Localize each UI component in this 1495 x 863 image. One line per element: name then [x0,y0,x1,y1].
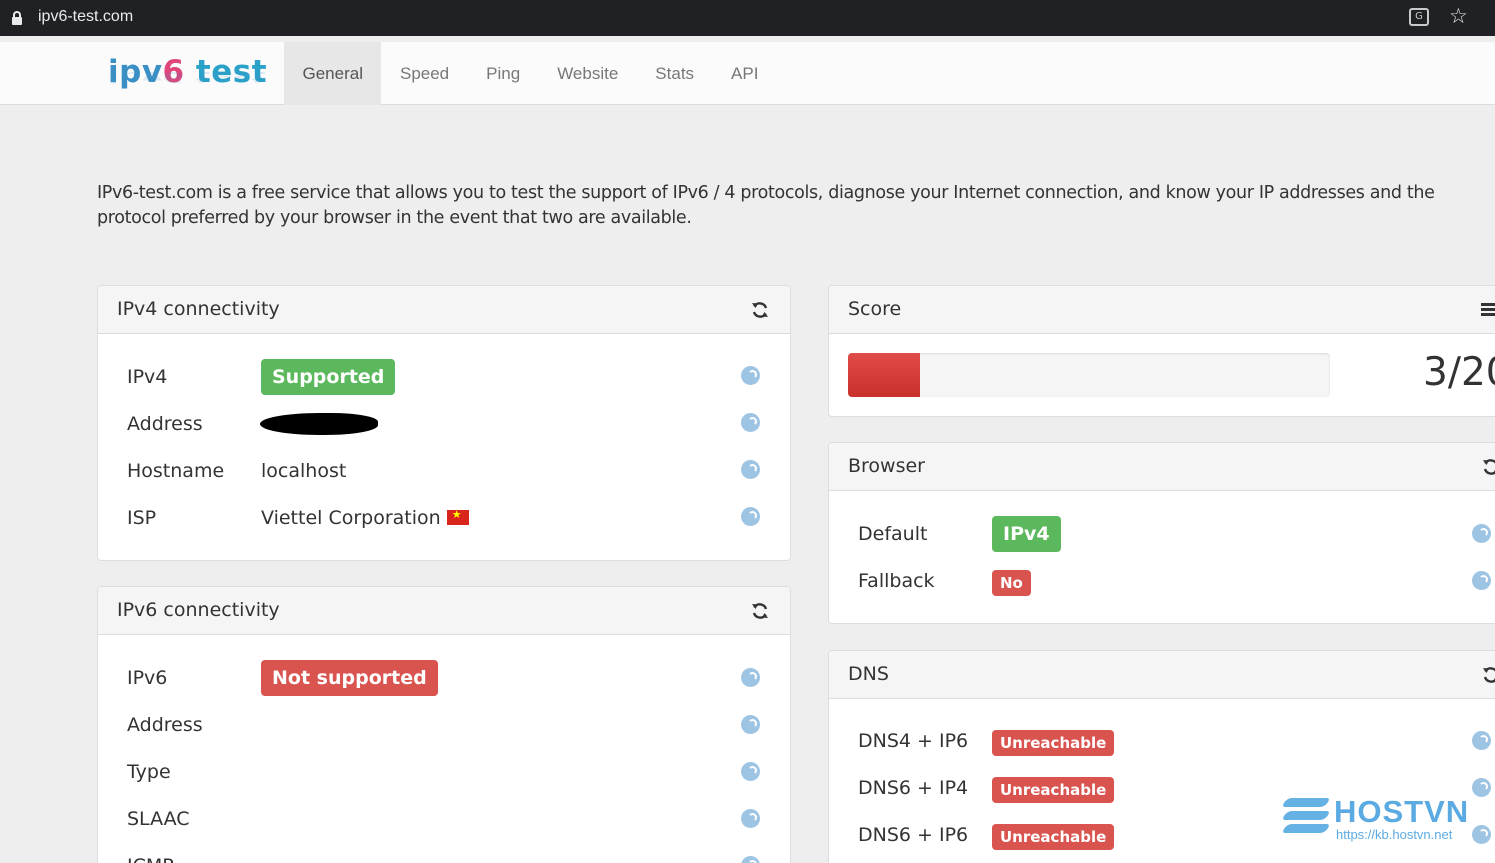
tab-ping[interactable]: Ping [468,42,539,105]
list-icon[interactable] [1481,303,1495,319]
default-row: Default IPv4 [858,516,1478,552]
icmp-label: ICMP [127,855,174,863]
type-label: Type [127,761,171,783]
address-label: Address [127,714,203,736]
address-label: Address [127,413,203,435]
help-icon[interactable] [741,762,760,781]
dns-row-label: DNS4 + IP6 [858,730,969,752]
dns4-ip6-row: DNS4 + IP6 Unreachable [858,726,1478,756]
browser-panel-title: Browser [848,455,925,477]
icmp-row: ICMP [127,851,767,863]
ipv6-panel-header: IPv6 connectivity [98,587,790,635]
ipv6-address-row: Address [127,710,767,740]
tab-website[interactable]: Website [539,42,637,105]
dns-panel-title: DNS [848,663,889,685]
help-icon[interactable] [741,366,760,385]
help-icon[interactable] [1472,825,1491,844]
hostname-value: localhost [261,460,347,482]
isp-value: Viettel Corporation [261,507,441,529]
vietnam-flag-icon [446,508,469,525]
dns-row-label: DNS6 + IP6 [858,824,969,846]
hostvn-logo-icon [1282,798,1330,838]
slaac-row: SLAAC [127,804,767,834]
help-icon[interactable] [1472,571,1491,590]
status-badge: Unreachable [992,777,1115,803]
tab-api[interactable]: API [713,42,777,105]
fallback-label: Fallback [858,570,935,592]
fallback-row: Fallback No [858,566,1478,596]
score-value: 3/20 [1423,350,1495,395]
ipv4-address-row: Address [127,409,767,439]
refresh-icon[interactable] [1481,665,1495,685]
status-badge: Supported [261,359,396,395]
score-panel-header: Score [829,286,1495,334]
logo-reflection: ipv6 test [108,68,268,86]
help-icon[interactable] [741,413,760,432]
isp-row: ISP Viettel Corporation [127,503,767,533]
tab-general[interactable]: General [284,42,382,105]
watermark-brand: HOSTVN [1334,794,1470,829]
refresh-icon[interactable] [750,300,770,320]
browser-panel-header: Browser [829,443,1495,491]
help-icon[interactable] [741,809,760,828]
dns-panel-header: DNS [829,651,1495,699]
watermark-url: https://kb.hostvn.net [1336,827,1453,842]
redacted-address [260,413,378,435]
ipv6-panel-title: IPv6 connectivity [117,599,280,621]
ipv4-panel-header: IPv4 connectivity [98,286,790,334]
site-navbar: ipv6 test ipv6 test General Speed Ping W… [0,42,1495,105]
ipv6-panel: IPv6 connectivity IPv6 Not supported Add… [97,586,791,863]
hostname-row: Hostname localhost [127,456,767,486]
ipv4-label: IPv4 [127,366,168,388]
hostname-label: Hostname [127,460,225,482]
intro-text: IPv6-test.com is a free service that all… [97,183,1435,228]
ipv6-label: IPv6 [127,667,168,689]
ipv4-row: IPv4 Supported [127,359,767,395]
status-badge: IPv4 [992,516,1061,552]
hostvn-watermark: HOSTVN https://kb.hostvn.net [1282,794,1474,844]
translate-icon[interactable]: G [1409,8,1429,26]
score-progress-fill [848,353,921,397]
star-icon[interactable]: ☆ [1449,4,1468,28]
status-badge: Not supported [261,660,438,696]
help-icon[interactable] [741,715,760,734]
help-icon[interactable] [1472,524,1491,543]
score-panel-title: Score [848,298,902,320]
ipv6-row: IPv6 Not supported [127,660,767,696]
nav-tabs: General Speed Ping Website Stats API [284,42,777,105]
default-label: Default [858,523,928,545]
lock-icon[interactable] [12,11,22,25]
slaac-label: SLAAC [127,808,190,830]
refresh-icon[interactable] [750,601,770,621]
status-badge: Unreachable [992,824,1115,850]
help-icon[interactable] [1472,778,1491,797]
help-icon[interactable] [741,507,760,526]
tab-speed[interactable]: Speed [381,42,467,105]
tab-stats[interactable]: Stats [637,42,713,105]
help-icon[interactable] [741,460,760,479]
isp-label: ISP [127,507,157,529]
status-badge: No [992,570,1031,596]
status-badge: Unreachable [992,730,1115,756]
browser-address-bar: ipv6-test.com G ☆ [0,0,1495,36]
score-panel: Score 3/20 [828,285,1495,417]
dns-row-label: DNS6 + IP4 [858,777,969,799]
address-url[interactable]: ipv6-test.com [38,8,133,26]
refresh-icon[interactable] [1481,457,1495,477]
score-progress-bar [848,353,1330,397]
ipv4-panel: IPv4 connectivity IPv4 Supported Address… [97,285,791,561]
help-icon[interactable] [1472,731,1491,750]
help-icon[interactable] [741,668,760,687]
type-row: Type [127,757,767,787]
browser-panel: Browser Default IPv4 Fallback No [828,442,1495,624]
ipv4-panel-title: IPv4 connectivity [117,298,280,320]
